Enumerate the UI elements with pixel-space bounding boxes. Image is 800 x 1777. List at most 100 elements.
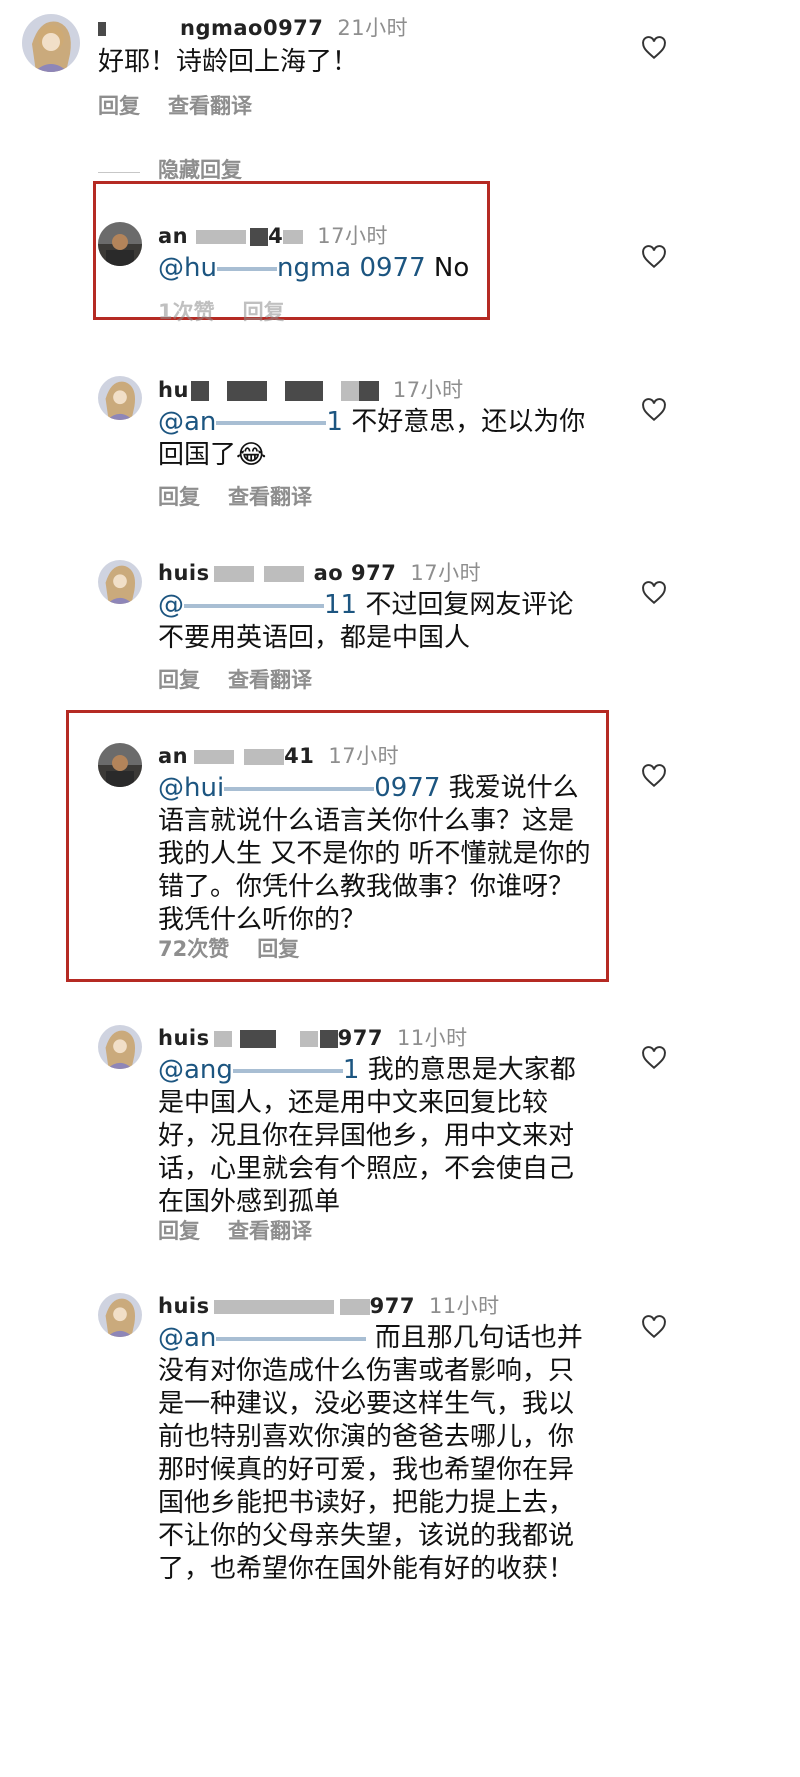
redacted-block [190,381,209,401]
username-tail: 977 [337,1026,383,1050]
redacted-block [216,420,327,425]
redacted-block [339,1299,370,1315]
mention-head: @hu [158,253,217,283]
avatar[interactable] [98,743,142,787]
likes-count[interactable]: 72次赞 [158,937,229,961]
hide-replies-label: 隐藏回复 [158,158,242,182]
redacted-block [340,381,359,401]
like-heart-icon[interactable] [641,1046,667,1070]
mention-link[interactable]: @hui 0977 [158,773,440,803]
comment-actions: 回复 查看翻译 [158,481,340,511]
username-text: ngmao0977 [180,16,324,40]
username-tail: 977 [369,1294,415,1318]
comment-body: No [433,253,470,283]
mention-tail: ngma 0977 [276,253,426,283]
comment-time: 17小时 [328,744,400,768]
comment-actions: 1次赞 回复 [158,296,313,326]
like-heart-icon[interactable] [641,36,667,60]
divider [98,172,140,173]
mention-link[interactable]: @ang 1 [158,1055,359,1085]
username-text: hu [158,378,189,402]
hide-replies-toggle[interactable]: 隐藏回复 [98,154,242,184]
translate-button[interactable]: 查看翻译 [228,485,312,509]
comment-username[interactable]: huis ao 977 17小时 [158,557,481,587]
avatar[interactable] [98,560,142,604]
comment-actions: 回复 查看翻译 [98,90,280,120]
comment-text: @an 1 不好意思，还以为你回国了😂 [158,406,598,472]
redacted-block [196,230,247,244]
comment-time: 11小时 [396,1026,468,1050]
redacted-block [299,1031,318,1047]
comment-text: @an 而且那几句话也并没有对你造成什么伤害或者影响，只是一种建议，没必要这样生… [158,1322,598,1586]
comment-time: 17小时 [410,561,482,585]
comment-time: 21小时 [337,16,409,40]
comment-username[interactable]: hu 17小时 [158,374,464,404]
comment-text: @hui 0977 我爱说什么语言就说什么语言关你什么事？这是我的人生 又不是你的… [158,772,598,937]
redacted-block [226,381,267,401]
avatar[interactable] [98,1025,142,1069]
comment-body: 而且那几句话也并没有对你造成什么伤害或者影响，只是一种建议，没必要这样生气，我以… [158,1323,583,1584]
username-tail: ao 977 [313,561,397,585]
comment-text: @ang 1 我的意思是大家都是中国人，还是用中文来回复比较好，况且你在异国他乡，… [158,1054,598,1219]
username-text: huis [158,1294,210,1318]
comment-time: 17小时 [392,378,464,402]
comment-username[interactable]: an 4 17小时 [158,220,388,250]
username-text: an [158,744,189,768]
redacted-block [232,1068,343,1073]
reply-button[interactable]: 回复 [158,485,200,509]
redacted-block [194,750,235,764]
comment-time: 11小时 [428,1294,500,1318]
avatar[interactable] [98,376,142,420]
username-text: an [158,224,189,248]
redacted-block [213,1031,232,1047]
comment-actions: 72次赞 回复 [158,933,327,963]
redacted-block [284,381,323,401]
comment-text: @hu ngma 0977 No [158,252,469,285]
redacted-block [263,566,304,582]
comment-username[interactable]: huis 977 11小时 [158,1290,500,1320]
mention-tail: 1 [342,1055,360,1085]
mention-tail: 0977 [374,773,441,803]
mention-link[interactable]: @11 [158,590,357,620]
reply-button[interactable]: 回复 [158,1219,200,1243]
redacted-block [283,230,304,244]
like-heart-icon[interactable] [641,764,667,788]
username-tail: 41 [284,744,315,768]
redacted-block [319,1030,338,1048]
comment-actions: 回复 查看翻译 [158,664,340,694]
reply-button[interactable]: 回复 [98,94,140,118]
mention-link[interactable]: @hu ngma 0977 [158,253,426,283]
redacted-block [239,1030,276,1048]
comment-time: 17小时 [317,224,388,248]
translate-button[interactable]: 查看翻译 [228,1219,312,1243]
likes-count[interactable]: 1次赞 [158,300,215,324]
like-heart-icon[interactable] [641,398,667,422]
mention-tail: 1 [326,407,343,437]
redacted-block [216,266,277,271]
comment-text: @11 不过回复网友评论不要用英语回，都是中国人 [158,589,598,655]
like-heart-icon[interactable] [641,245,667,269]
redacted-block [244,749,285,765]
like-heart-icon[interactable] [641,581,667,605]
reply-button[interactable]: 回复 [257,937,299,961]
reply-button[interactable]: 回复 [158,668,200,692]
avatar[interactable] [98,1293,142,1337]
mention-link[interactable]: @an 1 [158,407,343,437]
like-heart-icon[interactable] [641,1315,667,1339]
avatar[interactable] [22,14,80,72]
redacted-block [213,1300,334,1314]
reply-button[interactable]: 回复 [243,300,285,324]
redacted-block [224,786,375,791]
comment-username[interactable]: ngmao0977 21小时 [98,12,408,42]
comment-username[interactable]: an 41 17小时 [158,740,399,770]
translate-button[interactable]: 查看翻译 [228,668,312,692]
avatar[interactable] [98,222,142,266]
redacted-block [216,1336,367,1341]
mention-head: @hui [158,773,225,803]
mention-head: @an [158,407,217,437]
redacted-block [250,228,269,246]
comment-username[interactable]: huis 977 11小时 [158,1022,468,1052]
translate-button[interactable]: 查看翻译 [168,94,252,118]
mention-link[interactable]: @an [158,1323,367,1353]
redacted-block [213,566,254,582]
